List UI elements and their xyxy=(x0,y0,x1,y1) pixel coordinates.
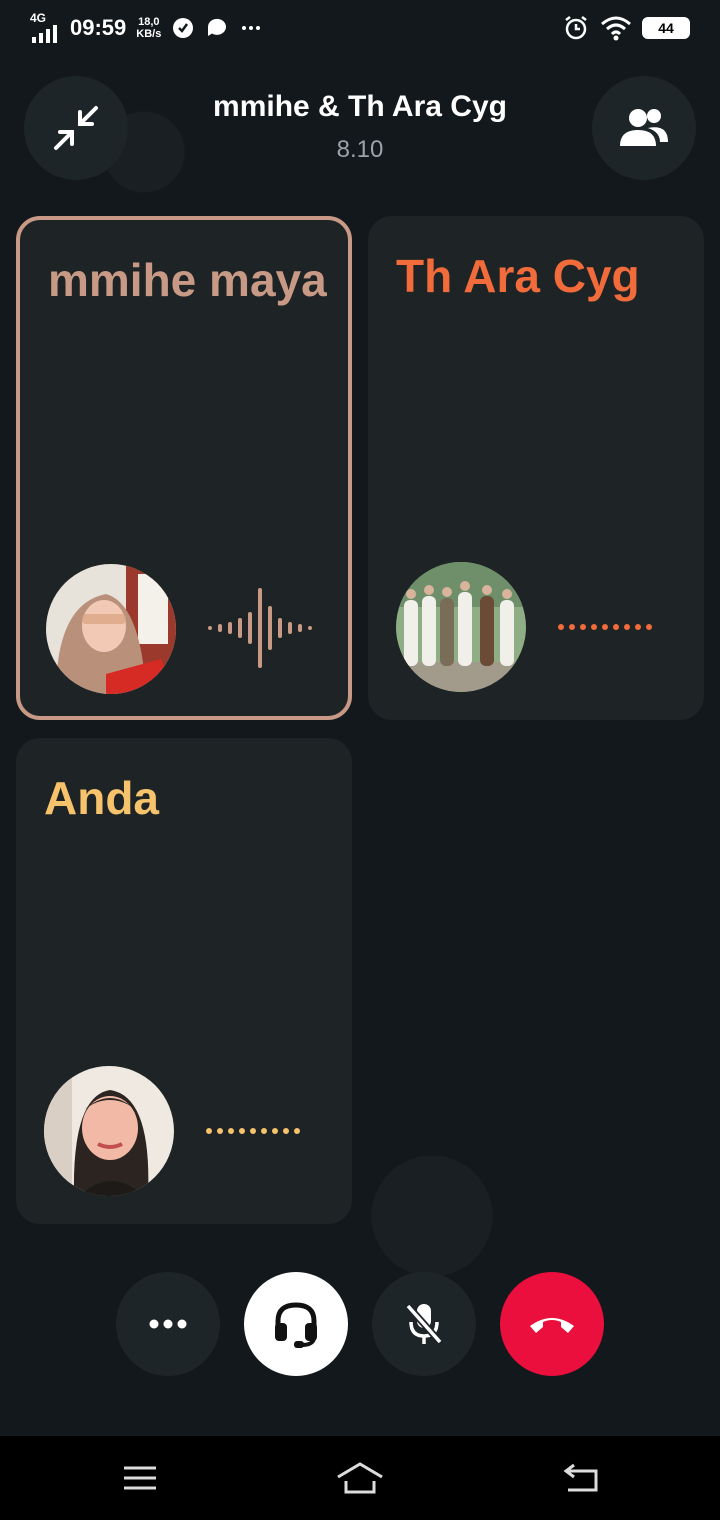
network-speed: 18,0 KB/s xyxy=(136,16,162,40)
mic-off-icon xyxy=(405,1303,443,1345)
participant-tile-self[interactable]: Anda xyxy=(16,738,352,1224)
participants-icon xyxy=(620,109,668,146)
system-nav-bar xyxy=(0,1436,720,1520)
participant-name: Th Ara Cyg xyxy=(396,250,640,302)
clock: 09:59 xyxy=(70,15,127,40)
participant-tile-th-ara-cyg[interactable]: Th Ara Cyg xyxy=(368,216,704,720)
wifi-icon xyxy=(601,16,631,41)
minimize-button[interactable] xyxy=(24,76,128,180)
audio-output-button[interactable] xyxy=(244,1272,348,1376)
call-duration: 8.10 xyxy=(336,136,384,163)
more-dots-icon xyxy=(242,26,261,30)
end-call-button[interactable] xyxy=(500,1272,604,1376)
home-icon xyxy=(337,1462,383,1494)
participants-button[interactable] xyxy=(592,76,696,180)
menu-icon xyxy=(124,1466,156,1490)
participant-tile-mmihe[interactable]: mmihe maya xyxy=(16,216,352,720)
signal-icon: 4G xyxy=(30,11,60,43)
call-title: mmihe & Th Ara Cyg xyxy=(213,90,507,123)
back-icon xyxy=(563,1463,598,1492)
participant-name: Anda xyxy=(44,772,159,824)
audio-waveform-icon xyxy=(208,588,312,668)
avatar xyxy=(46,564,176,694)
back-button[interactable] xyxy=(550,1458,610,1498)
home-button[interactable] xyxy=(330,1458,390,1498)
menu-button[interactable] xyxy=(110,1458,170,1498)
whatsapp-icon xyxy=(173,18,194,38)
alarm-icon xyxy=(565,16,587,40)
minimize-arrows-icon xyxy=(54,106,98,150)
headset-icon xyxy=(275,1302,317,1348)
avatar xyxy=(44,1066,174,1196)
mute-button[interactable] xyxy=(372,1272,476,1376)
chat-bubble-icon xyxy=(208,18,227,36)
participant-name: mmihe maya xyxy=(48,254,327,306)
more-options-button[interactable] xyxy=(116,1272,220,1376)
connecting-indicator xyxy=(206,1128,300,1134)
avatar xyxy=(396,562,526,692)
call-header: mmihe & Th Ara Cyg 8.10 xyxy=(0,76,720,186)
connecting-indicator xyxy=(558,624,652,630)
end-call-icon xyxy=(530,1318,574,1333)
call-controls xyxy=(116,1272,606,1376)
more-dots-icon xyxy=(149,1319,187,1329)
status-bar: 4G 09:59 18,0 KB/s 44 xyxy=(0,0,720,56)
battery-icon: 44 xyxy=(642,17,690,39)
